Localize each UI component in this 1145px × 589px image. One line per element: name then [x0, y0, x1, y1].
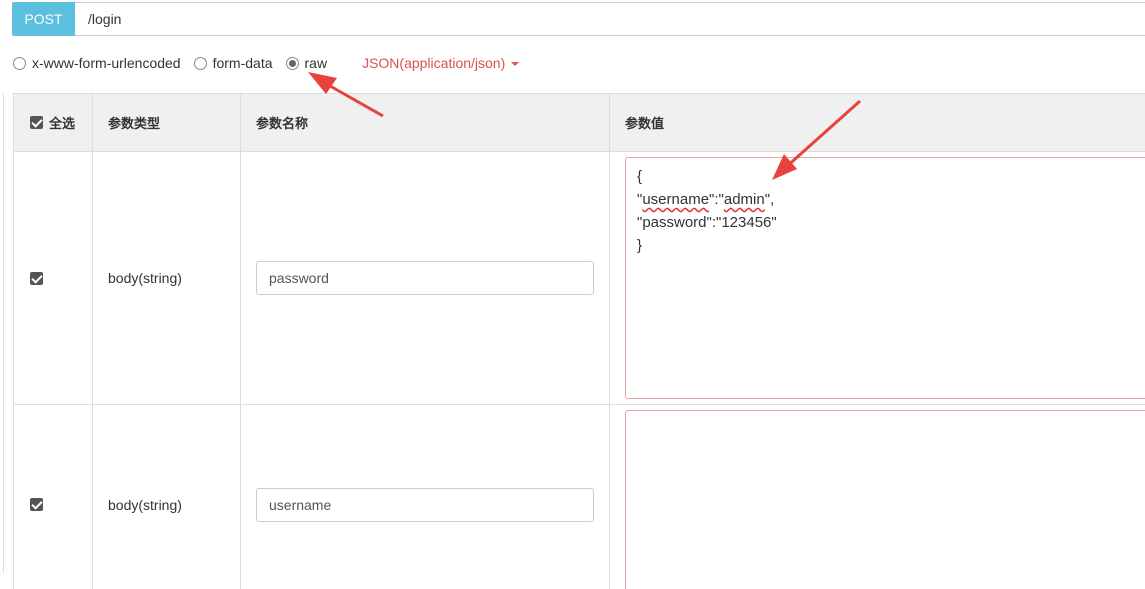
select-all-checkbox[interactable] — [30, 116, 43, 129]
option-urlencoded-label: x-www-form-urlencoded — [32, 55, 181, 71]
value-line: "username":"admin", — [637, 191, 775, 208]
content-type-dropdown[interactable]: JSON(application/json) — [362, 55, 520, 71]
value-line-rest: ":"admin", — [709, 191, 775, 208]
row-param-value-cell: { "username":"admin", "password":"123456… — [610, 152, 1145, 404]
option-form-data[interactable]: form-data — [193, 55, 273, 71]
params-table: 全选 参数类型 参数名称 参数值 body(string) password {… — [13, 93, 1145, 589]
option-form-data-label: form-data — [212, 55, 273, 71]
row-select-cell — [14, 405, 93, 589]
row-param-name-cell: username — [241, 405, 610, 589]
value-line-val: admin — [723, 191, 765, 208]
param-value-textarea[interactable] — [625, 410, 1145, 589]
radio-urlencoded[interactable] — [13, 56, 26, 70]
body-type-selector: x-www-form-urlencoded form-data raw JSON… — [13, 54, 520, 72]
option-raw-label: raw — [304, 55, 328, 71]
option-raw[interactable]: raw — [285, 55, 328, 71]
value-line-key: username — [642, 191, 710, 208]
value-line: } — [637, 237, 643, 254]
header-param-name: 参数名称 — [241, 94, 610, 151]
radio-form-data[interactable] — [193, 56, 207, 70]
select-all-label: 全选 — [49, 116, 76, 131]
url-path[interactable]: /login — [88, 11, 121, 27]
content-type-label: JSON(application/json) — [362, 55, 506, 71]
radio-raw[interactable] — [285, 56, 299, 70]
table-row: body(string) username — [14, 405, 1145, 589]
row-param-name-cell: password — [241, 152, 610, 404]
divider — [3, 93, 4, 573]
row-param-type: body(string) — [93, 152, 241, 404]
row-checkbox[interactable] — [30, 498, 43, 511]
url-bar[interactable]: POST /login — [12, 1, 1145, 36]
select-all-cell[interactable]: 全选 — [14, 94, 93, 151]
option-urlencoded[interactable]: x-www-form-urlencoded — [13, 55, 181, 71]
table-header: 全选 参数类型 参数名称 参数值 — [14, 94, 1145, 152]
header-param-value: 参数值 — [625, 116, 665, 131]
header-param-type: 参数类型 — [93, 94, 241, 151]
row-param-value-cell — [610, 405, 1145, 589]
caret-down-icon — [511, 62, 520, 66]
method-badge[interactable]: POST — [12, 1, 75, 36]
table-row: body(string) password { "username":"admi… — [14, 152, 1145, 405]
value-line: "password":"123456" — [637, 214, 777, 231]
row-checkbox[interactable] — [30, 271, 43, 285]
value-line: { — [637, 168, 643, 185]
row-select-cell — [14, 152, 93, 404]
param-name-input[interactable]: username — [256, 487, 594, 522]
param-value-textarea[interactable]: { "username":"admin", "password":"123456… — [625, 157, 1145, 399]
row-param-type: body(string) — [93, 405, 241, 589]
param-name-input[interactable]: password — [256, 261, 594, 295]
